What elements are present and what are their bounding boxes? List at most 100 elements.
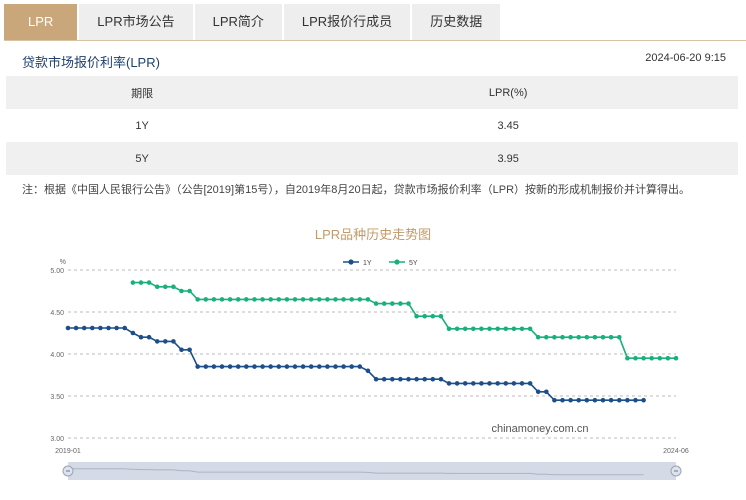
legend-marker: [394, 259, 400, 265]
tab-lpr-quoting-banks[interactable]: LPR报价行成员: [283, 4, 411, 40]
data-point-1Y: [608, 397, 614, 403]
tab-lpr-intro[interactable]: LPR简介: [194, 4, 282, 40]
data-point-5Y: [195, 297, 200, 302]
data-point-5Y: [625, 355, 630, 361]
data-point-1Y: [138, 334, 144, 340]
data-point-1Y: [292, 364, 298, 369]
table-row: 1Y 3.45: [6, 109, 738, 142]
data-point-1Y: [511, 381, 517, 386]
data-point-5Y: [179, 288, 184, 294]
data-point-1Y: [65, 325, 71, 331]
data-point-5Y: [576, 334, 581, 340]
data-point-5Y: [495, 326, 501, 332]
data-point-1Y: [390, 376, 395, 382]
data-point-1Y: [163, 339, 168, 344]
data-point-5Y: [260, 297, 265, 302]
data-point-5Y: [665, 355, 671, 361]
data-point-5Y: [406, 301, 411, 306]
data-point-1Y: [487, 381, 492, 386]
data-point-5Y: [471, 326, 476, 332]
data-point-5Y: [673, 355, 679, 361]
legend-label: 1Y: [363, 260, 372, 267]
table-header-row: 期限 LPR(%): [6, 76, 738, 109]
data-point-5Y: [608, 334, 614, 340]
data-point-5Y: [203, 297, 209, 302]
data-point-5Y: [422, 313, 428, 319]
y-tick-label: 4.50: [50, 310, 64, 317]
data-point-1Y: [600, 397, 606, 403]
data-point-5Y: [592, 334, 598, 340]
data-point-5Y: [398, 301, 403, 306]
data-point-1Y: [617, 397, 622, 403]
data-point-1Y: [552, 397, 557, 403]
data-point-5Y: [381, 301, 387, 306]
data-point-5Y: [357, 297, 363, 302]
tab-lpr[interactable]: LPR: [4, 4, 78, 40]
y-tick-label: 5.00: [50, 268, 64, 275]
tab-lpr-announcements[interactable]: LPR市场公告: [79, 4, 193, 40]
data-point-5Y: [146, 280, 152, 285]
data-point-1Y: [227, 364, 233, 369]
data-point-5Y: [568, 334, 573, 340]
data-point-5Y: [292, 297, 298, 302]
data-point-5Y: [171, 284, 176, 290]
data-point-5Y: [163, 284, 168, 290]
series-line-1Y: [68, 327, 644, 401]
data-point-5Y: [130, 280, 136, 285]
data-point-1Y: [365, 368, 371, 374]
tab-divider: [4, 40, 746, 41]
data-point-1Y: [438, 376, 444, 382]
data-point-5Y: [138, 280, 144, 285]
data-point-5Y: [308, 297, 314, 302]
data-point-1Y: [406, 376, 411, 382]
footnote: 注：根据《中国人民银行公告》（公告[2019]第15号），自2019年8月20日…: [22, 184, 691, 196]
data-point-1Y: [187, 347, 192, 353]
legend-label: 5Y: [409, 260, 418, 267]
tab-bar: LPR LPR市场公告 LPR简介 LPR报价行成员 历史数据: [4, 4, 502, 40]
data-point-5Y: [430, 313, 436, 319]
data-point-1Y: [146, 334, 152, 340]
data-point-1Y: [446, 381, 452, 386]
data-point-1Y: [260, 364, 265, 369]
data-point-1Y: [317, 364, 322, 369]
data-point-1Y: [308, 364, 314, 369]
data-point-5Y: [211, 297, 217, 302]
data-point-5Y: [154, 284, 160, 290]
data-point-1Y: [479, 381, 484, 386]
table-row: 5Y 3.95: [6, 142, 738, 175]
data-point-5Y: [535, 334, 541, 340]
data-point-5Y: [373, 301, 379, 306]
column-header-rate: LPR(%): [278, 76, 738, 109]
data-point-5Y: [503, 326, 509, 332]
data-point-5Y: [341, 297, 346, 302]
table-cell-term: 5Y: [6, 142, 279, 175]
data-point-1Y: [462, 381, 468, 386]
data-point-5Y: [276, 297, 282, 302]
data-point-5Y: [244, 297, 249, 302]
column-header-term: 期限: [6, 76, 279, 109]
x-tick-label: 2024-06: [663, 448, 689, 455]
data-point-5Y: [479, 326, 484, 332]
data-point-1Y: [341, 364, 346, 369]
table-cell-rate: 3.45: [497, 119, 519, 132]
data-point-1Y: [373, 376, 379, 382]
data-point-1Y: [527, 381, 533, 386]
data-point-1Y: [503, 381, 509, 386]
chart-title: LPR品种历史走势图: [314, 227, 432, 242]
data-point-1Y: [106, 325, 111, 331]
data-point-1Y: [284, 364, 290, 369]
data-point-1Y: [422, 376, 428, 382]
data-point-5Y: [487, 326, 492, 332]
data-point-1Y: [625, 397, 630, 403]
lpr-table: 期限 LPR(%) 1Y 3.45 5Y 3.95: [6, 76, 738, 175]
data-point-1Y: [252, 364, 257, 369]
data-point-1Y: [560, 397, 565, 403]
data-point-5Y: [438, 313, 444, 319]
data-point-5Y: [219, 297, 225, 302]
data-point-1Y: [568, 397, 573, 403]
data-point-1Y: [268, 364, 274, 369]
data-point-5Y: [333, 297, 338, 302]
tab-history-data[interactable]: 历史数据: [412, 4, 501, 40]
data-point-1Y: [325, 364, 330, 369]
data-point-1Y: [495, 381, 501, 386]
